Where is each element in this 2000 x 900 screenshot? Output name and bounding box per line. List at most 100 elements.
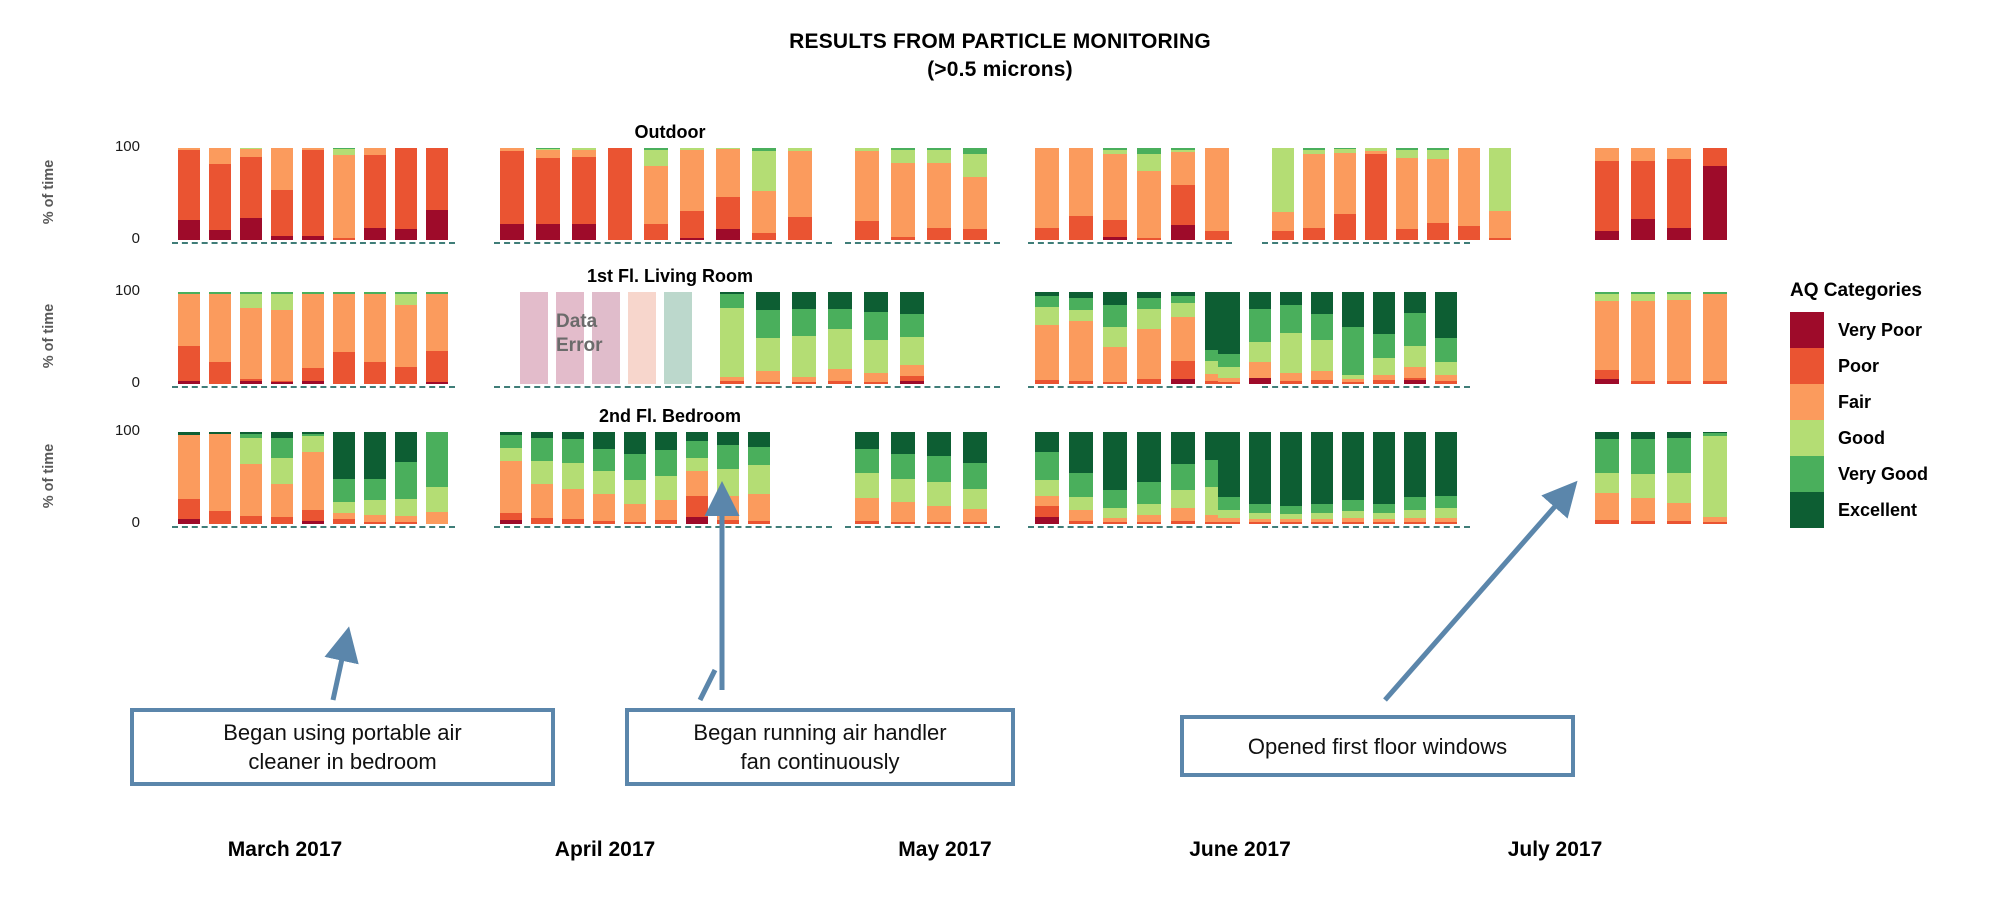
bar-outdoor-july-1[interactable] [1303, 148, 1325, 240]
bar-outdoor-july-6[interactable] [1458, 148, 1480, 240]
bar-outdoor-march-4[interactable] [302, 148, 324, 240]
bar-bedroom-april-3[interactable] [593, 432, 615, 524]
callout-air-handler[interactable]: Began running air handler fan continuous… [625, 708, 1015, 786]
bar-outdoor-july-tail-2[interactable] [1667, 148, 1691, 240]
bar-outdoor-july-3[interactable] [1365, 148, 1387, 240]
bar-outdoor-march-3[interactable] [271, 148, 293, 240]
bar-bedroom-june-4[interactable] [1171, 432, 1195, 524]
bar-bedroom-july-7[interactable] [1435, 432, 1457, 524]
bar-living-july-3[interactable] [1311, 292, 1333, 384]
bar-outdoor-april-0[interactable] [500, 148, 524, 240]
bar-outdoor-march-5[interactable] [333, 148, 355, 240]
bar-living-june-2[interactable] [1103, 292, 1127, 384]
legend-item-very-good[interactable]: Very Good [1790, 456, 1928, 492]
bar-outdoor-april-8[interactable] [788, 148, 812, 240]
bar-bedroom-june-3[interactable] [1137, 432, 1161, 524]
bar-bedroom-march-3[interactable] [271, 432, 293, 524]
bar-bedroom-july-tail-0[interactable] [1595, 432, 1619, 524]
bar-bedroom-march-7[interactable] [395, 432, 417, 524]
bar-living-march-8[interactable] [426, 292, 448, 384]
bar-bedroom-april-2[interactable] [562, 432, 584, 524]
bar-bedroom-june-2[interactable] [1103, 432, 1127, 524]
bar-living-july-4[interactable] [1342, 292, 1364, 384]
bar-living-june-4[interactable] [1171, 292, 1195, 384]
bar-living-june-3[interactable] [1137, 292, 1161, 384]
bar-living-may-3[interactable] [828, 292, 852, 384]
bar-living-may-2[interactable] [792, 292, 816, 384]
bar-living-may-4[interactable] [864, 292, 888, 384]
bar-living-march-4[interactable] [302, 292, 324, 384]
bar-outdoor-april-1[interactable] [536, 148, 560, 240]
bar-living-june-1[interactable] [1069, 292, 1093, 384]
bar-outdoor-july-tail-3[interactable] [1703, 148, 1727, 240]
bar-living-july-tail-2[interactable] [1667, 292, 1691, 384]
bar-living-july-tail-3[interactable] [1703, 292, 1727, 384]
bar-living-march-5[interactable] [333, 292, 355, 384]
bar-living-june-0[interactable] [1035, 292, 1059, 384]
bar-outdoor-april-4[interactable] [644, 148, 668, 240]
bar-living-july-6[interactable] [1404, 292, 1426, 384]
bar-living-march-1[interactable] [209, 292, 231, 384]
bar-outdoor-march-0[interactable] [178, 148, 200, 240]
bar-outdoor-june-2[interactable] [1103, 148, 1127, 240]
bar-bedroom-may-1[interactable] [891, 432, 915, 524]
bar-outdoor-july-tail-1[interactable] [1631, 148, 1655, 240]
bar-outdoor-march-7[interactable] [395, 148, 417, 240]
bar-outdoor-june-0[interactable] [1035, 148, 1059, 240]
bar-outdoor-july-7[interactable] [1489, 148, 1511, 240]
bar-living-march-2[interactable] [240, 292, 262, 384]
bar-outdoor-july-4[interactable] [1396, 148, 1418, 240]
legend-item-fair[interactable]: Fair [1790, 384, 1928, 420]
bar-outdoor-march-1[interactable] [209, 148, 231, 240]
bar-bedroom-april-0[interactable] [500, 432, 522, 524]
bar-bedroom-march-5[interactable] [333, 432, 355, 524]
bar-living-may-0[interactable] [720, 292, 744, 384]
bar-outdoor-april-2[interactable] [572, 148, 596, 240]
bar-outdoor-july-5[interactable] [1427, 148, 1449, 240]
bar-living-march-6[interactable] [364, 292, 386, 384]
bar-bedroom-june-0[interactable] [1035, 432, 1059, 524]
bar-living-may-1[interactable] [756, 292, 780, 384]
bar-bedroom-march-0[interactable] [178, 432, 200, 524]
bar-outdoor-april-3[interactable] [608, 148, 632, 240]
bar-outdoor-june-3[interactable] [1137, 148, 1161, 240]
bar-bedroom-july-2[interactable] [1280, 432, 1302, 524]
bar-outdoor-april-5[interactable] [680, 148, 704, 240]
bar-living-july-tail-1[interactable] [1631, 292, 1655, 384]
bar-living-july-0[interactable] [1218, 292, 1240, 384]
bar-bedroom-march-4[interactable] [302, 432, 324, 524]
bar-living-may-5[interactable] [900, 292, 924, 384]
bar-bedroom-may-0[interactable] [855, 432, 879, 524]
legend-item-excellent[interactable]: Excellent [1790, 492, 1928, 528]
bar-bedroom-april-8[interactable] [748, 432, 770, 524]
bar-bedroom-march-2[interactable] [240, 432, 262, 524]
bar-bedroom-march-8[interactable] [426, 432, 448, 524]
bar-bedroom-march-1[interactable] [209, 432, 231, 524]
bar-bedroom-july-tail-2[interactable] [1667, 432, 1691, 524]
bar-bedroom-april-7[interactable] [717, 432, 739, 524]
bar-living-july-2[interactable] [1280, 292, 1302, 384]
bar-outdoor-may-2[interactable] [927, 148, 951, 240]
bar-bedroom-april-1[interactable] [531, 432, 553, 524]
bar-outdoor-july-2[interactable] [1334, 148, 1356, 240]
bar-outdoor-march-6[interactable] [364, 148, 386, 240]
bar-living-july-5[interactable] [1373, 292, 1395, 384]
bar-bedroom-july-tail-1[interactable] [1631, 432, 1655, 524]
bar-outdoor-may-1[interactable] [891, 148, 915, 240]
bar-bedroom-july-0[interactable] [1218, 432, 1240, 524]
bar-outdoor-april-6[interactable] [716, 148, 740, 240]
bar-living-july-tail-0[interactable] [1595, 292, 1619, 384]
bar-living-july-1[interactable] [1249, 292, 1271, 384]
bar-living-march-7[interactable] [395, 292, 417, 384]
bar-bedroom-april-4[interactable] [624, 432, 646, 524]
bar-outdoor-july-tail-0[interactable] [1595, 148, 1619, 240]
bar-bedroom-april-6[interactable] [686, 432, 708, 524]
legend-item-very-poor[interactable]: Very Poor [1790, 312, 1928, 348]
bar-bedroom-june-1[interactable] [1069, 432, 1093, 524]
bar-outdoor-june-1[interactable] [1069, 148, 1093, 240]
bar-outdoor-july-0[interactable] [1272, 148, 1294, 240]
callout-windows[interactable]: Opened first floor windows [1180, 715, 1575, 777]
callout-air-cleaner[interactable]: Began using portable air cleaner in bedr… [130, 708, 555, 786]
bar-outdoor-june-5[interactable] [1205, 148, 1229, 240]
bar-outdoor-may-3[interactable] [963, 148, 987, 240]
